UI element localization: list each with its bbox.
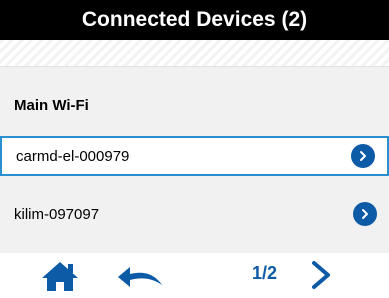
next-page-button[interactable]: [306, 259, 336, 291]
back-arrow-icon: [118, 267, 162, 287]
back-button[interactable]: [116, 261, 166, 293]
header-stripe-divider: [0, 40, 389, 67]
header-bar: Connected Devices (2): [0, 0, 389, 40]
device-row-kilim[interactable]: kilim-097097: [0, 194, 389, 234]
chevron-right-circle-icon: [351, 144, 375, 168]
device-list-panel: Main Wi-Fi carmd-el-000979 kilim-097097: [0, 67, 389, 253]
home-button[interactable]: [40, 259, 80, 293]
chevron-right-icon: [312, 261, 330, 289]
device-label: kilim-097097: [14, 205, 100, 223]
chevron-right-circle-icon: [353, 202, 377, 226]
page-title: Connected Devices (2): [81, 8, 308, 31]
section-title: Main Wi-Fi: [14, 97, 89, 114]
bottom-toolbar: 1/2: [0, 253, 389, 297]
page-indicator: 1/2: [252, 263, 278, 283]
home-icon: [42, 262, 78, 291]
device-row-carmd[interactable]: carmd-el-000979: [0, 136, 389, 176]
device-label: carmd-el-000979: [16, 147, 130, 165]
